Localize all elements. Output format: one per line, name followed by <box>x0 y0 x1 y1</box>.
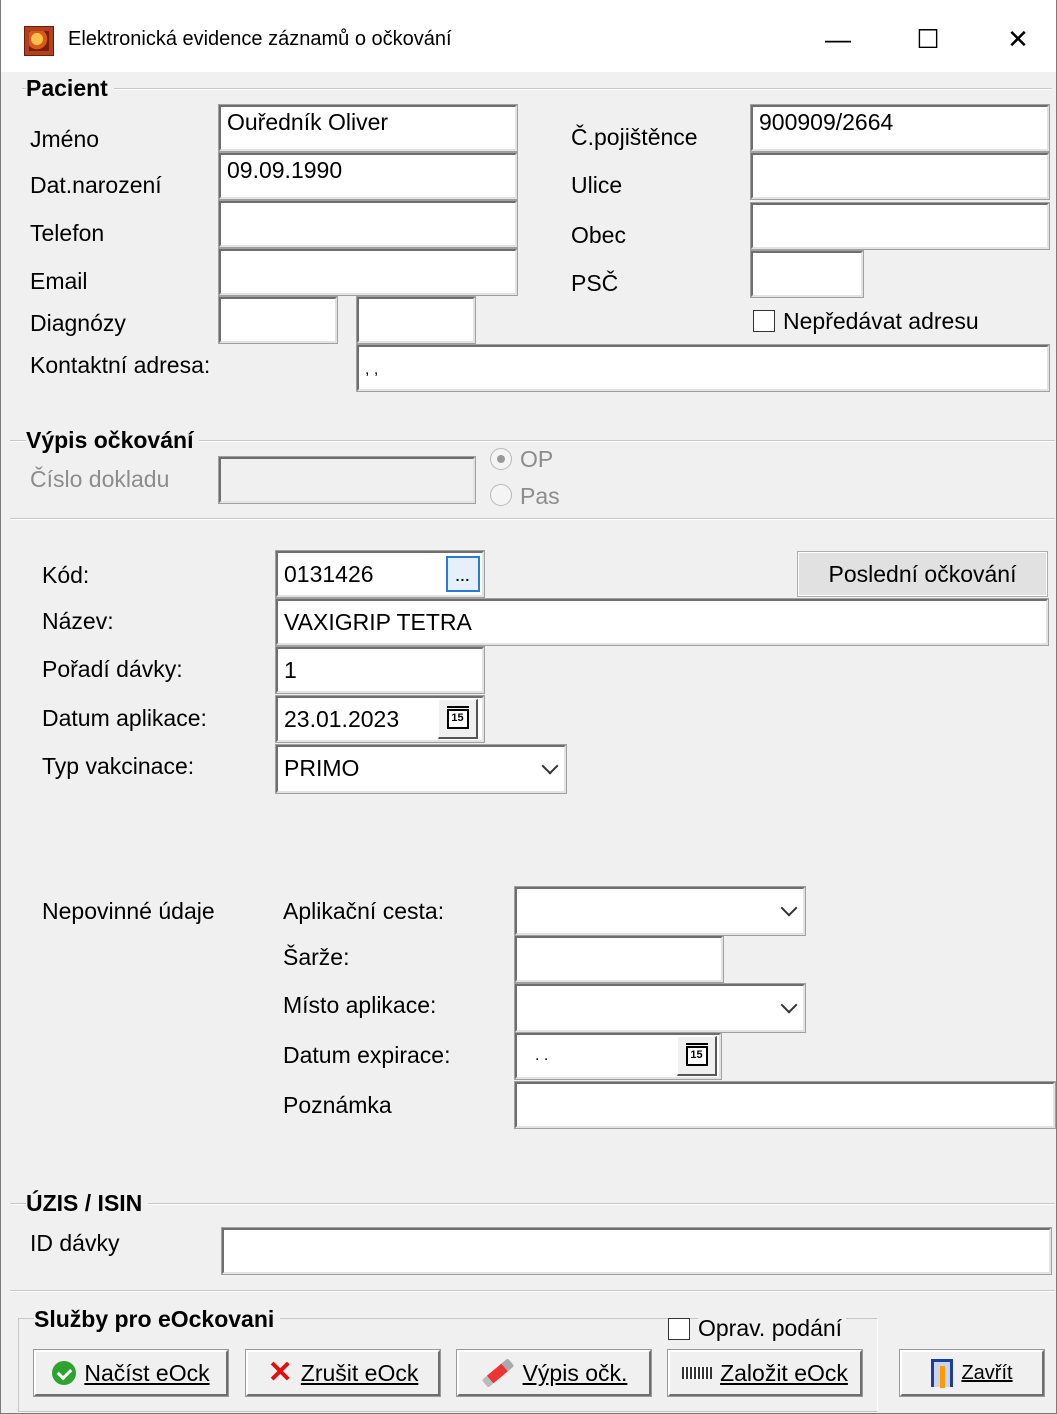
cancel-eock-label: Zrušit eOck <box>300 1359 419 1386</box>
check-circle-icon <box>52 1361 77 1385</box>
radio-pas-label: Pas <box>520 483 560 509</box>
application-date-label: Datum aplikace: <box>42 705 207 731</box>
expiry-label: Datum expirace: <box>283 1042 451 1068</box>
vaccination-type-select[interactable]: PRIMO <box>275 744 567 794</box>
dose-order-label: Pořadí dávky: <box>42 656 183 682</box>
email-field[interactable] <box>218 248 518 296</box>
app-icon <box>24 26 54 56</box>
radio-op-label: OP <box>520 446 554 472</box>
divider <box>10 1203 1055 1205</box>
chevron-down-icon <box>780 996 798 1014</box>
calendar-icon: 15 <box>446 705 469 729</box>
vaccination-extract-label: Výpis očk. <box>522 1359 628 1386</box>
calendar-icon: 15 <box>685 1042 708 1066</box>
phone-field[interactable] <box>218 200 518 248</box>
maximize-button[interactable]: ☐ <box>898 14 958 64</box>
close-label: Zavřít <box>961 1361 1013 1384</box>
vaccine-name-label: Název: <box>42 608 114 634</box>
route-select[interactable] <box>514 886 806 936</box>
vaccination-type-label: Typ vakcinace: <box>42 753 195 779</box>
batch-label: Šarže: <box>283 944 350 970</box>
birth-date-label: Dat.narození <box>30 172 162 198</box>
load-eock-label: Načíst eOck <box>84 1359 210 1386</box>
services-section-title: Služby pro eOckovani <box>34 1306 281 1333</box>
insurance-number-label: Č.pojištěnce <box>571 124 698 150</box>
street-field[interactable] <box>750 152 1050 200</box>
expiry-value: . . <box>535 1047 549 1064</box>
correction-label: Oprav. podání <box>698 1315 847 1342</box>
route-label: Aplikační cesta: <box>283 898 445 924</box>
no-address-label: Nepředávat adresu <box>783 308 979 334</box>
name-field[interactable]: Ouředník Oliver <box>218 104 518 152</box>
diagnosis2-field[interactable] <box>356 296 476 344</box>
uzis-section-title: ÚZIS / ISIN <box>26 1190 149 1217</box>
close-window-button[interactable]: ✕ <box>988 14 1048 64</box>
minimize-button[interactable]: — <box>808 14 868 64</box>
city-label: Obec <box>571 222 626 248</box>
load-eock-button[interactable]: Načíst eOck <box>33 1349 229 1397</box>
code-label: Kód: <box>42 562 90 588</box>
diagnosis1-field[interactable] <box>218 296 338 344</box>
phone-label: Telefon <box>30 220 105 246</box>
red-x-icon: ✕ <box>267 1356 293 1389</box>
note-field[interactable] <box>514 1081 1056 1129</box>
site-label: Místo aplikace: <box>283 992 437 1018</box>
site-select[interactable] <box>514 983 806 1033</box>
dose-id-field[interactable] <box>221 1227 1052 1275</box>
birth-date-field[interactable]: 09.09.1990 <box>218 152 518 200</box>
expiry-calendar-button[interactable]: 15 <box>677 1036 717 1076</box>
create-eock-button[interactable]: Založit eOck <box>667 1349 863 1397</box>
divider <box>10 518 1055 520</box>
syringe-icon <box>481 1358 514 1388</box>
batch-field[interactable] <box>514 935 724 983</box>
street-label: Ulice <box>571 172 623 198</box>
contact-address-label: Kontaktní adresa: <box>30 352 211 378</box>
diagnoses-label: Diagnózy <box>30 310 126 336</box>
divider <box>22 88 1052 90</box>
insurance-number-field[interactable]: 900909/2664 <box>750 104 1050 152</box>
radio-pas[interactable] <box>490 484 512 506</box>
radio-op[interactable] <box>490 448 512 470</box>
zip-field[interactable] <box>750 250 864 298</box>
chevron-down-icon <box>780 899 798 917</box>
vaccination-type-value: PRIMO <box>284 755 360 781</box>
barcode-icon <box>682 1367 713 1379</box>
email-label: Email <box>30 268 88 294</box>
close-button[interactable]: Zavřít <box>899 1349 1045 1397</box>
last-vaccination-button[interactable]: Poslední očkování <box>797 551 1048 597</box>
name-label: Jméno <box>30 126 100 152</box>
dose-order-field[interactable]: 1 <box>275 646 485 694</box>
vaccine-name-field[interactable]: VAXIGRIP TETRA <box>275 598 1049 646</box>
dose-id-label: ID dávky <box>30 1230 120 1256</box>
chevron-down-icon <box>541 757 559 775</box>
cancel-eock-button[interactable]: ✕ Zrušit eOck <box>245 1349 441 1397</box>
application-date-calendar-button[interactable]: 15 <box>438 699 478 739</box>
optional-title: Nepovinné údaje <box>42 898 215 924</box>
vaccination-extract-button[interactable]: Výpis očk. <box>456 1349 652 1397</box>
code-lookup-button[interactable]: ... <box>446 556 480 592</box>
doc-number-field[interactable] <box>218 456 476 504</box>
contact-address-field[interactable]: , , <box>356 344 1050 392</box>
exit-door-icon <box>931 1359 954 1388</box>
divider <box>10 1290 1055 1292</box>
zip-label: PSČ <box>571 270 619 296</box>
application-date-value: 23.01.2023 <box>284 706 400 732</box>
window-title: Elektronická evidence záznamů o očkování <box>68 28 452 50</box>
doc-number-label: Číslo dokladu <box>30 466 170 492</box>
correction-checkbox[interactable] <box>668 1318 690 1340</box>
create-eock-label: Založit eOck <box>720 1359 848 1386</box>
note-label: Poznámka <box>283 1092 392 1118</box>
city-field[interactable] <box>750 202 1050 250</box>
patient-section-title: Pacient <box>26 75 114 102</box>
title-bar: Elektronická evidence záznamů o očkování… <box>0 0 1057 72</box>
code-value: 0131426 <box>284 561 374 587</box>
no-address-checkbox[interactable] <box>753 310 775 332</box>
extract-section-title: Výpis očkování <box>26 427 200 454</box>
